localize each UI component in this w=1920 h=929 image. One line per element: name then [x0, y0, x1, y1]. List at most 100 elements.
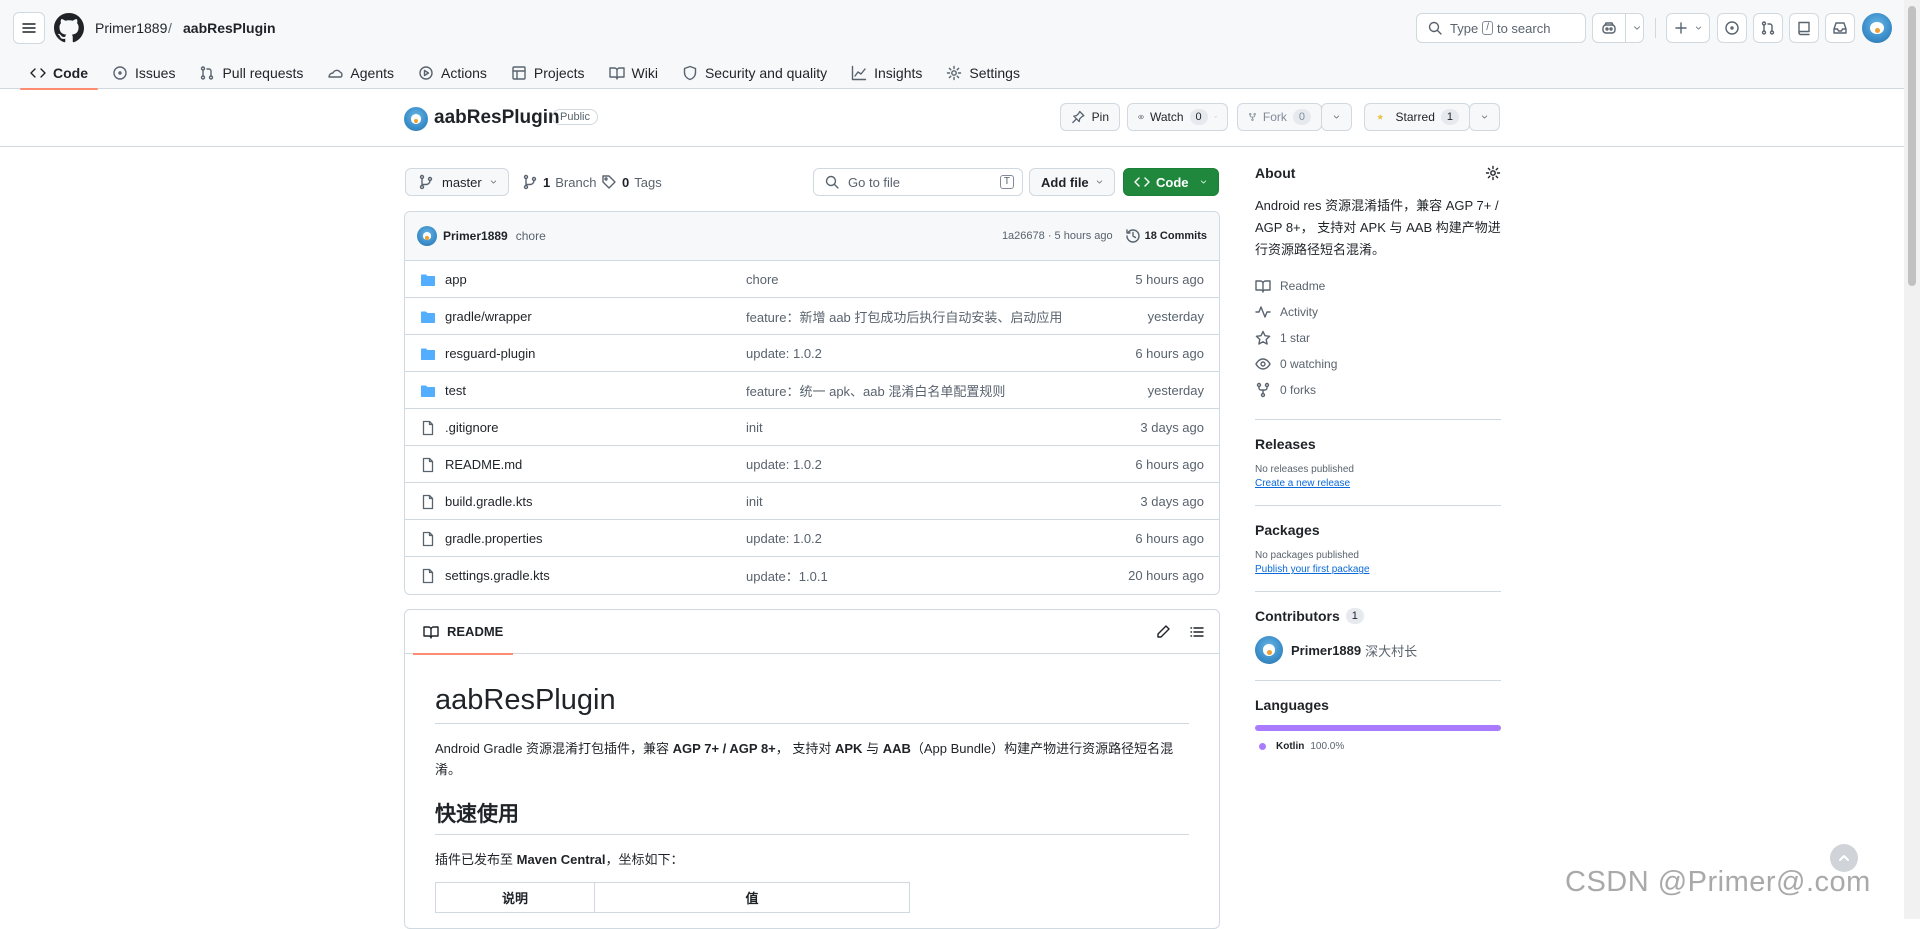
github-logo[interactable]	[54, 13, 84, 43]
tab-issues[interactable]: Issues	[102, 56, 185, 89]
tab-agents[interactable]: Agents	[317, 56, 404, 89]
repo-name[interactable]: aabResPlugin	[434, 107, 560, 129]
language-item[interactable]: Kotlin 100.0%	[1255, 741, 1501, 752]
readme-table-header-value: 值	[594, 882, 910, 913]
file-name[interactable]: resguard-plugin	[445, 346, 535, 361]
folder-icon	[421, 311, 435, 323]
chevron-down-icon	[1214, 116, 1217, 118]
search-input[interactable]: Type / to search	[1416, 13, 1586, 43]
scrollbar-track[interactable]	[1904, 0, 1920, 919]
file-commit-message[interactable]: init	[746, 420, 763, 435]
watch-button[interactable]: Watch 0	[1127, 103, 1228, 131]
tab-code[interactable]: Code	[20, 56, 98, 90]
about-link-book[interactable]: Readme	[1255, 273, 1501, 299]
packages-title[interactable]: Packages	[1255, 522, 1501, 538]
language-percent: 100.0%	[1310, 741, 1345, 752]
file-name[interactable]: build.gradle.kts	[445, 494, 532, 509]
file-commit-time: 6 hours ago	[1135, 456, 1204, 472]
file-name[interactable]: README.md	[445, 457, 522, 472]
star-dropdown-button[interactable]	[1469, 103, 1500, 131]
tab-pull-requests[interactable]: Pull requests	[189, 56, 313, 89]
menu-button[interactable]	[13, 12, 45, 44]
code-button[interactable]: Code	[1123, 168, 1219, 196]
file-row[interactable]: test feature：统一 apk、aab 混淆白名单配置规则 yesterda…	[405, 372, 1219, 409]
file-row[interactable]: .gitignore init 3 days ago	[405, 409, 1219, 446]
pencil-icon[interactable]	[1155, 624, 1171, 640]
issues-button[interactable]	[1717, 13, 1747, 43]
pin-button[interactable]: Pin	[1060, 103, 1120, 131]
commit-sha-time[interactable]: 1a26678 · 5 hours ago	[1002, 230, 1113, 242]
file-name[interactable]: app	[445, 272, 467, 287]
file-commit-message[interactable]: feature：统一 apk、aab 混淆白名单配置规则	[746, 381, 1005, 400]
breadcrumb-owner[interactable]: Primer1889	[95, 20, 167, 36]
file-row[interactable]: gradle.properties update: 1.0.2 6 hours ag…	[405, 520, 1219, 557]
breadcrumb-repo[interactable]: aabResPlugin	[183, 20, 276, 36]
create-new-button[interactable]	[1666, 13, 1710, 43]
fork-button[interactable]: Fork 0	[1237, 103, 1322, 131]
about-link-eye[interactable]: 0 watching	[1255, 351, 1501, 377]
scrollbar-thumb[interactable]	[1908, 6, 1916, 286]
file-name[interactable]: test	[445, 383, 466, 398]
file-name[interactable]: .gitignore	[445, 420, 498, 435]
commit-author[interactable]: Primer1889	[443, 229, 508, 243]
go-to-file-input[interactable]: Go to file T	[813, 168, 1023, 196]
releases-title[interactable]: Releases	[1255, 436, 1501, 452]
branches-link[interactable]: 1 Branch	[522, 174, 596, 190]
publish-package-link[interactable]: Publish your first package	[1255, 564, 1501, 575]
tags-link[interactable]: 0 Tags	[601, 174, 662, 190]
tab-actions[interactable]: Actions	[408, 56, 497, 89]
file-name[interactable]: gradle/wrapper	[445, 309, 532, 324]
file-row[interactable]: app chore 5 hours ago	[405, 261, 1219, 298]
file-commit-message[interactable]: feature：新增 aab 打包成功后执行自动安装、启动应用	[746, 307, 1062, 326]
create-release-link[interactable]: Create a new release	[1255, 478, 1501, 489]
file-row[interactable]: build.gradle.kts init 3 days ago	[405, 483, 1219, 520]
tab-projects[interactable]: Projects	[501, 56, 595, 89]
file-row[interactable]: gradle/wrapper feature：新增 aab 打包成功后执行自动安装…	[405, 298, 1219, 335]
star-icon	[1255, 330, 1271, 345]
file-row[interactable]: settings.gradle.kts update：1.0.1 20 hours …	[405, 557, 1219, 594]
user-avatar[interactable]	[1862, 13, 1892, 43]
copilot-button[interactable]	[1592, 13, 1644, 43]
file-commit-message[interactable]: update: 1.0.2	[746, 531, 822, 546]
file-row[interactable]: resguard-plugin update: 1.0.2 6 hours ago	[405, 335, 1219, 372]
file-commit-message[interactable]: update: 1.0.2	[746, 457, 822, 472]
watermark: CSDN @Primer@.com	[1565, 866, 1871, 898]
file-name[interactable]: gradle.properties	[445, 531, 543, 546]
branch-select-button[interactable]: master	[405, 168, 509, 196]
pull-request-icon	[1761, 21, 1775, 35]
about-link-fork[interactable]: 0 forks	[1255, 377, 1501, 403]
file-commit-message[interactable]: update：1.0.1	[746, 566, 828, 585]
divider	[1255, 419, 1501, 420]
file-row[interactable]: README.md update: 1.0.2 6 hours ago	[405, 446, 1219, 483]
contributors-title[interactable]: Contributors	[1255, 608, 1340, 624]
tab-wiki[interactable]: Wiki	[599, 56, 668, 89]
commit-message[interactable]: chore	[516, 229, 546, 243]
tab-insights[interactable]: Insights	[841, 56, 932, 89]
hamburger-icon	[22, 23, 36, 33]
about-link-star[interactable]: 1 star	[1255, 325, 1501, 351]
file-commit-message[interactable]: update: 1.0.2	[746, 346, 822, 361]
table-icon	[512, 65, 526, 80]
tab-settings[interactable]: Settings	[936, 56, 1030, 89]
branch-icon	[419, 174, 433, 190]
add-file-button[interactable]: Add file	[1029, 168, 1115, 196]
branch-name: master	[442, 174, 482, 190]
contributor-item[interactable]: Primer1889 深大村长	[1255, 636, 1501, 664]
file-list: app chore 5 hours ago gradle/wrapper feature…	[405, 261, 1219, 594]
file-commit-message[interactable]: chore	[746, 272, 779, 287]
pull-requests-button[interactable]	[1753, 13, 1783, 43]
outline-list-icon[interactable]	[1189, 624, 1205, 640]
tab-label: Insights	[874, 64, 923, 81]
repositories-button[interactable]	[1789, 13, 1819, 43]
file-name[interactable]: settings.gradle.kts	[445, 568, 550, 583]
search-icon	[1428, 21, 1442, 35]
starred-button[interactable]: Starred 1	[1364, 103, 1470, 131]
gear-icon[interactable]	[1485, 165, 1501, 181]
inbox-button[interactable]	[1825, 13, 1855, 43]
about-link-pulse[interactable]: Activity	[1255, 299, 1501, 325]
tab-security-and-quality[interactable]: Security and quality	[672, 56, 837, 89]
readme-tab[interactable]: README	[412, 610, 514, 655]
fork-dropdown-button[interactable]	[1321, 103, 1352, 131]
commits-link[interactable]: 18 Commits	[1125, 228, 1207, 244]
file-commit-message[interactable]: init	[746, 494, 763, 509]
